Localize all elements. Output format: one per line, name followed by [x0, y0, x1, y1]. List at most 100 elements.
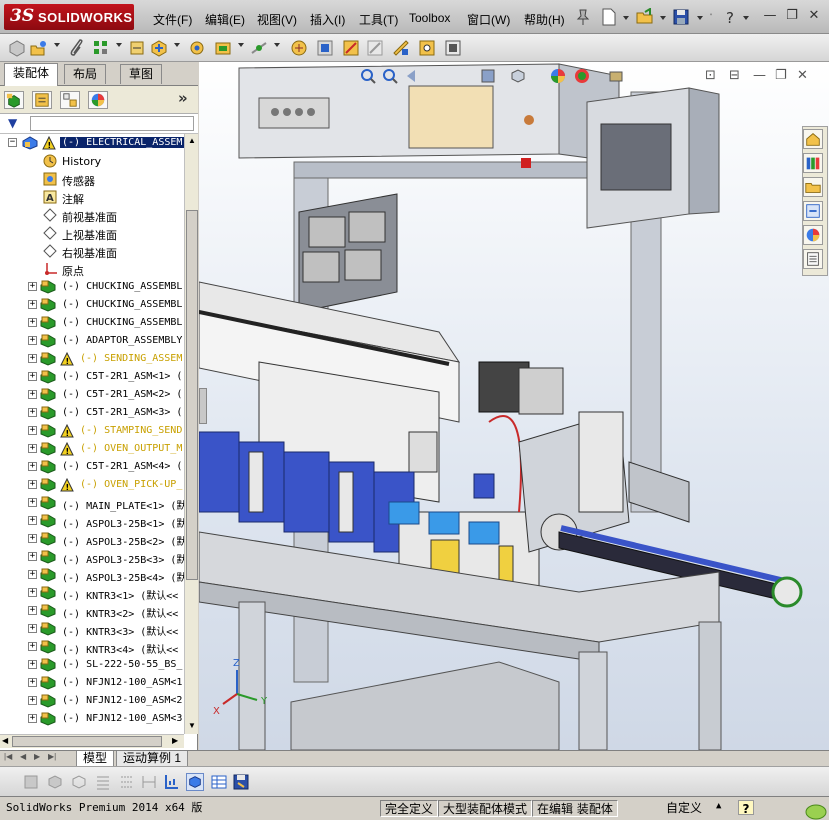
pin-icon[interactable]	[574, 8, 592, 26]
new-document-icon[interactable]	[600, 8, 618, 26]
standard-views-icon[interactable]	[186, 773, 204, 791]
grid-lines-icon[interactable]	[118, 773, 136, 791]
tree-item-component[interactable]: +! (-) OVEN_OUTPUT_M	[0, 440, 184, 458]
zoom-area-icon[interactable]	[381, 67, 399, 85]
help-dropdown-arrow[interactable]	[743, 16, 749, 20]
show-hidden-icon[interactable]	[188, 39, 206, 57]
doc-minimize-button[interactable]: —	[753, 68, 766, 83]
menu-insert[interactable]: 插入(I)	[310, 11, 345, 28]
expand-toggle[interactable]: +	[28, 282, 37, 291]
expand-toggle[interactable]: +	[28, 498, 37, 507]
hole-alignment-icon[interactable]	[418, 39, 436, 57]
section-view-icon[interactable]	[479, 67, 497, 85]
bill-of-materials-icon[interactable]	[290, 39, 308, 57]
expand-toggle[interactable]: +	[28, 408, 37, 417]
tree-item-component[interactable]: + (-) NFJN12-100_ASM<2	[0, 692, 184, 710]
clearance-verification-icon[interactable]	[392, 39, 410, 57]
tree-item-component[interactable]: + (-) ASPOL3-25B<1> (默	[0, 512, 184, 530]
custom-properties-icon[interactable]	[803, 249, 823, 269]
new-dropdown-arrow[interactable]	[623, 16, 629, 20]
graphics-area[interactable]: Z Y X ⊡ ⊟ — ❐ ✕	[199, 62, 829, 750]
tab-assembly[interactable]: 装配体	[4, 63, 59, 86]
status-help-button[interactable]: ?	[738, 800, 754, 816]
collapse-toggle[interactable]: −	[8, 138, 17, 147]
expand-toggle[interactable]: +	[28, 678, 37, 687]
tree-item-component[interactable]: + (-) KNTR3<2> (默认<<	[0, 602, 184, 620]
interference-detection-icon[interactable]	[366, 39, 384, 57]
view-orientation-icon[interactable]	[509, 67, 527, 85]
tree-item-component[interactable]: + (-) NFJN12-100_ASM<3	[0, 710, 184, 728]
rebuild-icon[interactable]	[22, 773, 40, 791]
expand-toggle[interactable]: +	[28, 318, 37, 327]
paperclip-icon[interactable]	[68, 39, 86, 57]
explode-line-sketch-icon[interactable]	[342, 39, 360, 57]
expand-toggle[interactable]: +	[28, 300, 37, 309]
tree-item-component[interactable]: + (-) C5T-2R1_ASM<1> (	[0, 368, 184, 386]
open-dropdown-arrow[interactable]	[660, 16, 666, 20]
tree-item-component[interactable]: + (-) CHUCKING_ASSEMBL	[0, 278, 184, 296]
tree-item-front-plane[interactable]: 前视基准面	[0, 206, 184, 224]
more-tabs-chevron-icon[interactable]: »	[178, 89, 188, 107]
expand-toggle[interactable]: +	[28, 336, 37, 345]
tree-item-component[interactable]: +! (-) STAMPING_SEND	[0, 422, 184, 440]
tree-item-component[interactable]: + (-) C5T-2R1_ASM<3> (	[0, 404, 184, 422]
doc-restore-button[interactable]: ❐	[775, 68, 787, 83]
expand-toggle[interactable]: +	[28, 534, 37, 543]
viewport-split-icon[interactable]: ⊟	[729, 68, 740, 83]
close-window-button[interactable]: ✕	[806, 9, 822, 23]
tree-item-component[interactable]: + (-) KNTR3<1> (默认<<	[0, 584, 184, 602]
appearance-icon[interactable]	[573, 67, 591, 85]
solidworks-logo[interactable]: 3S SOLIDWORKS	[4, 4, 134, 30]
tree-item-component[interactable]: + (-) SL-222-50-55_BS_	[0, 656, 184, 674]
solidworks-resources-icon[interactable]	[803, 129, 823, 149]
expand-toggle[interactable]: +	[28, 696, 37, 705]
reference-dropdown-arrow[interactable]	[274, 43, 280, 47]
scroll-thumb[interactable]	[186, 210, 198, 580]
expand-toggle[interactable]: +	[28, 714, 37, 723]
tab-layout[interactable]: 布局	[64, 64, 107, 84]
expand-toggle[interactable]: +	[28, 552, 37, 561]
tree-item-right-plane[interactable]: 右视基准面	[0, 242, 184, 260]
help-question-icon[interactable]: ?	[722, 8, 740, 26]
tree-item-component[interactable]: + (-) C5T-2R1_ASM<2> (	[0, 386, 184, 404]
expand-toggle[interactable]: +	[28, 588, 37, 597]
scroll-left-arrow-icon[interactable]: ◀	[2, 736, 8, 745]
tree-item-origin[interactable]: 原点	[0, 260, 184, 278]
tree-item-component[interactable]: + (-) ADAPTOR_ASSEMBLY	[0, 332, 184, 350]
mate-dropdown-arrow[interactable]	[54, 43, 60, 47]
tree-item-annotations[interactable]: A 注解	[0, 188, 184, 206]
hidden-lines-icon[interactable]	[70, 773, 88, 791]
expand-toggle[interactable]: +	[28, 462, 37, 471]
view-settings-icon[interactable]	[607, 67, 625, 85]
axes-icon[interactable]	[162, 773, 180, 791]
tree-item-component[interactable]: + (-) KNTR3<4> (默认<<	[0, 638, 184, 656]
linear-pattern-icon[interactable]	[92, 39, 110, 57]
menu-view[interactable]: 视图(V)	[257, 11, 297, 28]
shaded-icon[interactable]	[46, 773, 64, 791]
tab-model[interactable]: 模型	[76, 751, 115, 767]
instant3d-icon[interactable]	[444, 39, 462, 57]
zoom-to-fit-icon[interactable]	[359, 67, 377, 85]
status-units[interactable]: 自定义	[662, 800, 706, 817]
tree-item-component[interactable]: + (-) MAIN_PLATE<1> (默	[0, 494, 184, 512]
move-dropdown-arrow[interactable]	[174, 43, 180, 47]
save-icon[interactable]	[672, 8, 690, 26]
expand-toggle[interactable]: +	[28, 624, 37, 633]
previous-view-icon[interactable]	[403, 67, 421, 85]
panel-collapse-handle[interactable]	[199, 388, 207, 424]
scroll-thumb[interactable]	[12, 736, 162, 747]
tree-item-component[interactable]: + (-) CHUCKING_ASSEMBL	[0, 314, 184, 332]
expand-toggle[interactable]: +	[28, 570, 37, 579]
tree-item-component[interactable]: + (-) CHUCKING_ASSEMBL	[0, 296, 184, 314]
tree-item-sensors[interactable]: 传感器	[0, 170, 184, 188]
menu-file[interactable]: 文件(F)	[153, 11, 192, 28]
table-view-icon[interactable]	[210, 773, 228, 791]
viewport-tile-icon[interactable]: ⊡	[705, 68, 716, 83]
featuremanager-tree-icon[interactable]	[4, 91, 24, 109]
mate-icon[interactable]	[30, 39, 48, 57]
tab-scroll-first-icon[interactable]: |◀	[4, 752, 12, 761]
menu-tools[interactable]: 工具(T)	[359, 11, 398, 28]
reference-geometry-icon[interactable]	[250, 39, 268, 57]
menu-toolbox[interactable]: Toolbox	[409, 11, 450, 25]
display-style-icon[interactable]	[549, 67, 567, 85]
